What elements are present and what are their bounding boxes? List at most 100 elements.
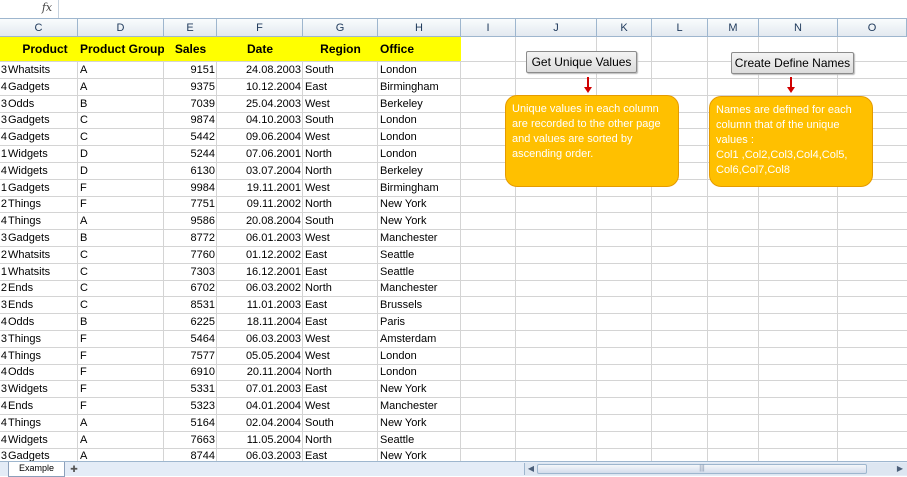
cell-office[interactable]: Berkeley <box>378 96 461 112</box>
cell-region[interactable]: North <box>303 280 378 296</box>
header-region[interactable]: Region <box>303 41 378 57</box>
cell-product[interactable]: Whatsits <box>6 264 78 280</box>
cell-product-group[interactable]: F <box>78 348 164 364</box>
cell-product-group[interactable]: F <box>78 381 164 397</box>
cell-office[interactable]: New York <box>378 381 461 397</box>
scroll-left-icon[interactable]: ◀ <box>526 464 536 474</box>
cell-region[interactable]: East <box>303 297 378 313</box>
cell-sales[interactable]: 7751 <box>164 196 217 212</box>
column-header-e[interactable]: E <box>164 19 217 37</box>
header-office[interactable]: Office <box>378 41 461 57</box>
cell-product[interactable]: Widgets <box>6 146 78 162</box>
cell-sales[interactable]: 5323 <box>164 398 217 414</box>
cell-office[interactable]: Manchester <box>378 280 461 296</box>
cell-region[interactable]: East <box>303 448 378 461</box>
cell-office[interactable]: London <box>378 146 461 162</box>
cell-date[interactable]: 20.08.2004 <box>217 213 303 229</box>
cell-sales[interactable]: 5464 <box>164 331 217 347</box>
cell-region[interactable]: North <box>303 364 378 380</box>
cell-region[interactable]: North <box>303 196 378 212</box>
cell-date[interactable]: 06.03.2003 <box>217 448 303 461</box>
column-header-m[interactable]: M <box>708 19 759 37</box>
cell-region[interactable]: East <box>303 247 378 263</box>
cell-office[interactable]: Seattle <box>378 264 461 280</box>
cell-sales[interactable]: 8772 <box>164 230 217 246</box>
sheet-tab-example[interactable]: Example <box>8 462 66 477</box>
cell-product-group[interactable]: C <box>78 264 164 280</box>
cell-product-group[interactable]: F <box>78 196 164 212</box>
cell-product[interactable]: Gadgets <box>6 448 78 461</box>
cell-sales[interactable]: 7303 <box>164 264 217 280</box>
cell-date[interactable]: 20.11.2004 <box>217 364 303 380</box>
cell-office[interactable]: London <box>378 112 461 128</box>
cell-office[interactable]: New York <box>378 415 461 431</box>
cell-sales[interactable]: 7039 <box>164 96 217 112</box>
cell-region[interactable]: South <box>303 415 378 431</box>
cell-sales[interactable]: 5244 <box>164 146 217 162</box>
cell-product[interactable]: Things <box>6 196 78 212</box>
cell-region[interactable]: West <box>303 331 378 347</box>
column-header-j[interactable]: J <box>516 19 597 37</box>
cell-product-group[interactable]: A <box>78 62 164 78</box>
cell-date[interactable]: 09.11.2002 <box>217 196 303 212</box>
cell-sales[interactable]: 6910 <box>164 364 217 380</box>
column-header-c[interactable]: C <box>0 19 78 37</box>
cell-office[interactable]: London <box>378 129 461 145</box>
cell-office[interactable]: London <box>378 348 461 364</box>
cell-region[interactable]: West <box>303 129 378 145</box>
cell-product[interactable]: Whatsits <box>6 247 78 263</box>
cell-product-group[interactable]: B <box>78 96 164 112</box>
cell-date[interactable]: 04.10.2003 <box>217 112 303 128</box>
cell-sales[interactable]: 9874 <box>164 112 217 128</box>
cell-region[interactable]: West <box>303 180 378 196</box>
get-unique-values-button[interactable]: Get Unique Values <box>526 51 637 73</box>
cell-date[interactable]: 05.05.2004 <box>217 348 303 364</box>
column-header-f[interactable]: F <box>217 19 303 37</box>
cell-sales[interactable]: 9984 <box>164 180 217 196</box>
cell-product[interactable]: Things <box>6 331 78 347</box>
cell-product[interactable]: Ends <box>6 297 78 313</box>
cell-sales[interactable]: 7760 <box>164 247 217 263</box>
column-header-k[interactable]: K <box>597 19 652 37</box>
cell-sales[interactable]: 7577 <box>164 348 217 364</box>
cell-date[interactable]: 07.06.2001 <box>217 146 303 162</box>
column-header-i[interactable]: I <box>461 19 516 37</box>
cell-product[interactable]: Widgets <box>6 381 78 397</box>
cell-date[interactable]: 11.01.2003 <box>217 297 303 313</box>
cell-date[interactable]: 06.01.2003 <box>217 230 303 246</box>
horizontal-scrollbar[interactable]: ◀ ||| ▶ <box>524 463 907 475</box>
cell-date[interactable]: 25.04.2003 <box>217 96 303 112</box>
column-header-d[interactable]: D <box>78 19 164 37</box>
function-icon[interactable]: fx <box>38 1 56 16</box>
cell-date[interactable]: 04.01.2004 <box>217 398 303 414</box>
cell-office[interactable]: London <box>378 62 461 78</box>
cell-date[interactable]: 18.11.2004 <box>217 314 303 330</box>
cell-sales[interactable]: 5164 <box>164 415 217 431</box>
cell-date[interactable]: 11.05.2004 <box>217 432 303 448</box>
cell-product[interactable]: Odds <box>6 364 78 380</box>
cell-region[interactable]: South <box>303 62 378 78</box>
cell-product-group[interactable]: C <box>78 280 164 296</box>
cell-product-group[interactable]: D <box>78 163 164 179</box>
cell-region[interactable]: North <box>303 163 378 179</box>
cell-date[interactable]: 09.06.2004 <box>217 129 303 145</box>
insert-sheet-icon[interactable]: ✚ <box>66 463 82 475</box>
cell-product[interactable]: Odds <box>6 96 78 112</box>
cell-product[interactable]: Gadgets <box>6 112 78 128</box>
cell-date[interactable]: 24.08.2003 <box>217 62 303 78</box>
create-define-names-button[interactable]: Create Define Names <box>731 52 854 74</box>
scroll-right-icon[interactable]: ▶ <box>895 464 905 474</box>
cell-product-group[interactable]: A <box>78 79 164 95</box>
cell-office[interactable]: London <box>378 364 461 380</box>
cell-sales[interactable]: 8531 <box>164 297 217 313</box>
cell-sales[interactable]: 6130 <box>164 163 217 179</box>
header-product-group[interactable]: Product Group <box>78 41 164 57</box>
cell-office[interactable]: Brussels <box>378 297 461 313</box>
scroll-thumb[interactable]: ||| <box>537 464 867 474</box>
cell-region[interactable]: East <box>303 381 378 397</box>
column-header-o[interactable]: O <box>838 19 907 37</box>
cell-product-group[interactable]: C <box>78 297 164 313</box>
cell-office[interactable]: New York <box>378 196 461 212</box>
cell-product-group[interactable]: A <box>78 415 164 431</box>
cell-region[interactable]: East <box>303 264 378 280</box>
